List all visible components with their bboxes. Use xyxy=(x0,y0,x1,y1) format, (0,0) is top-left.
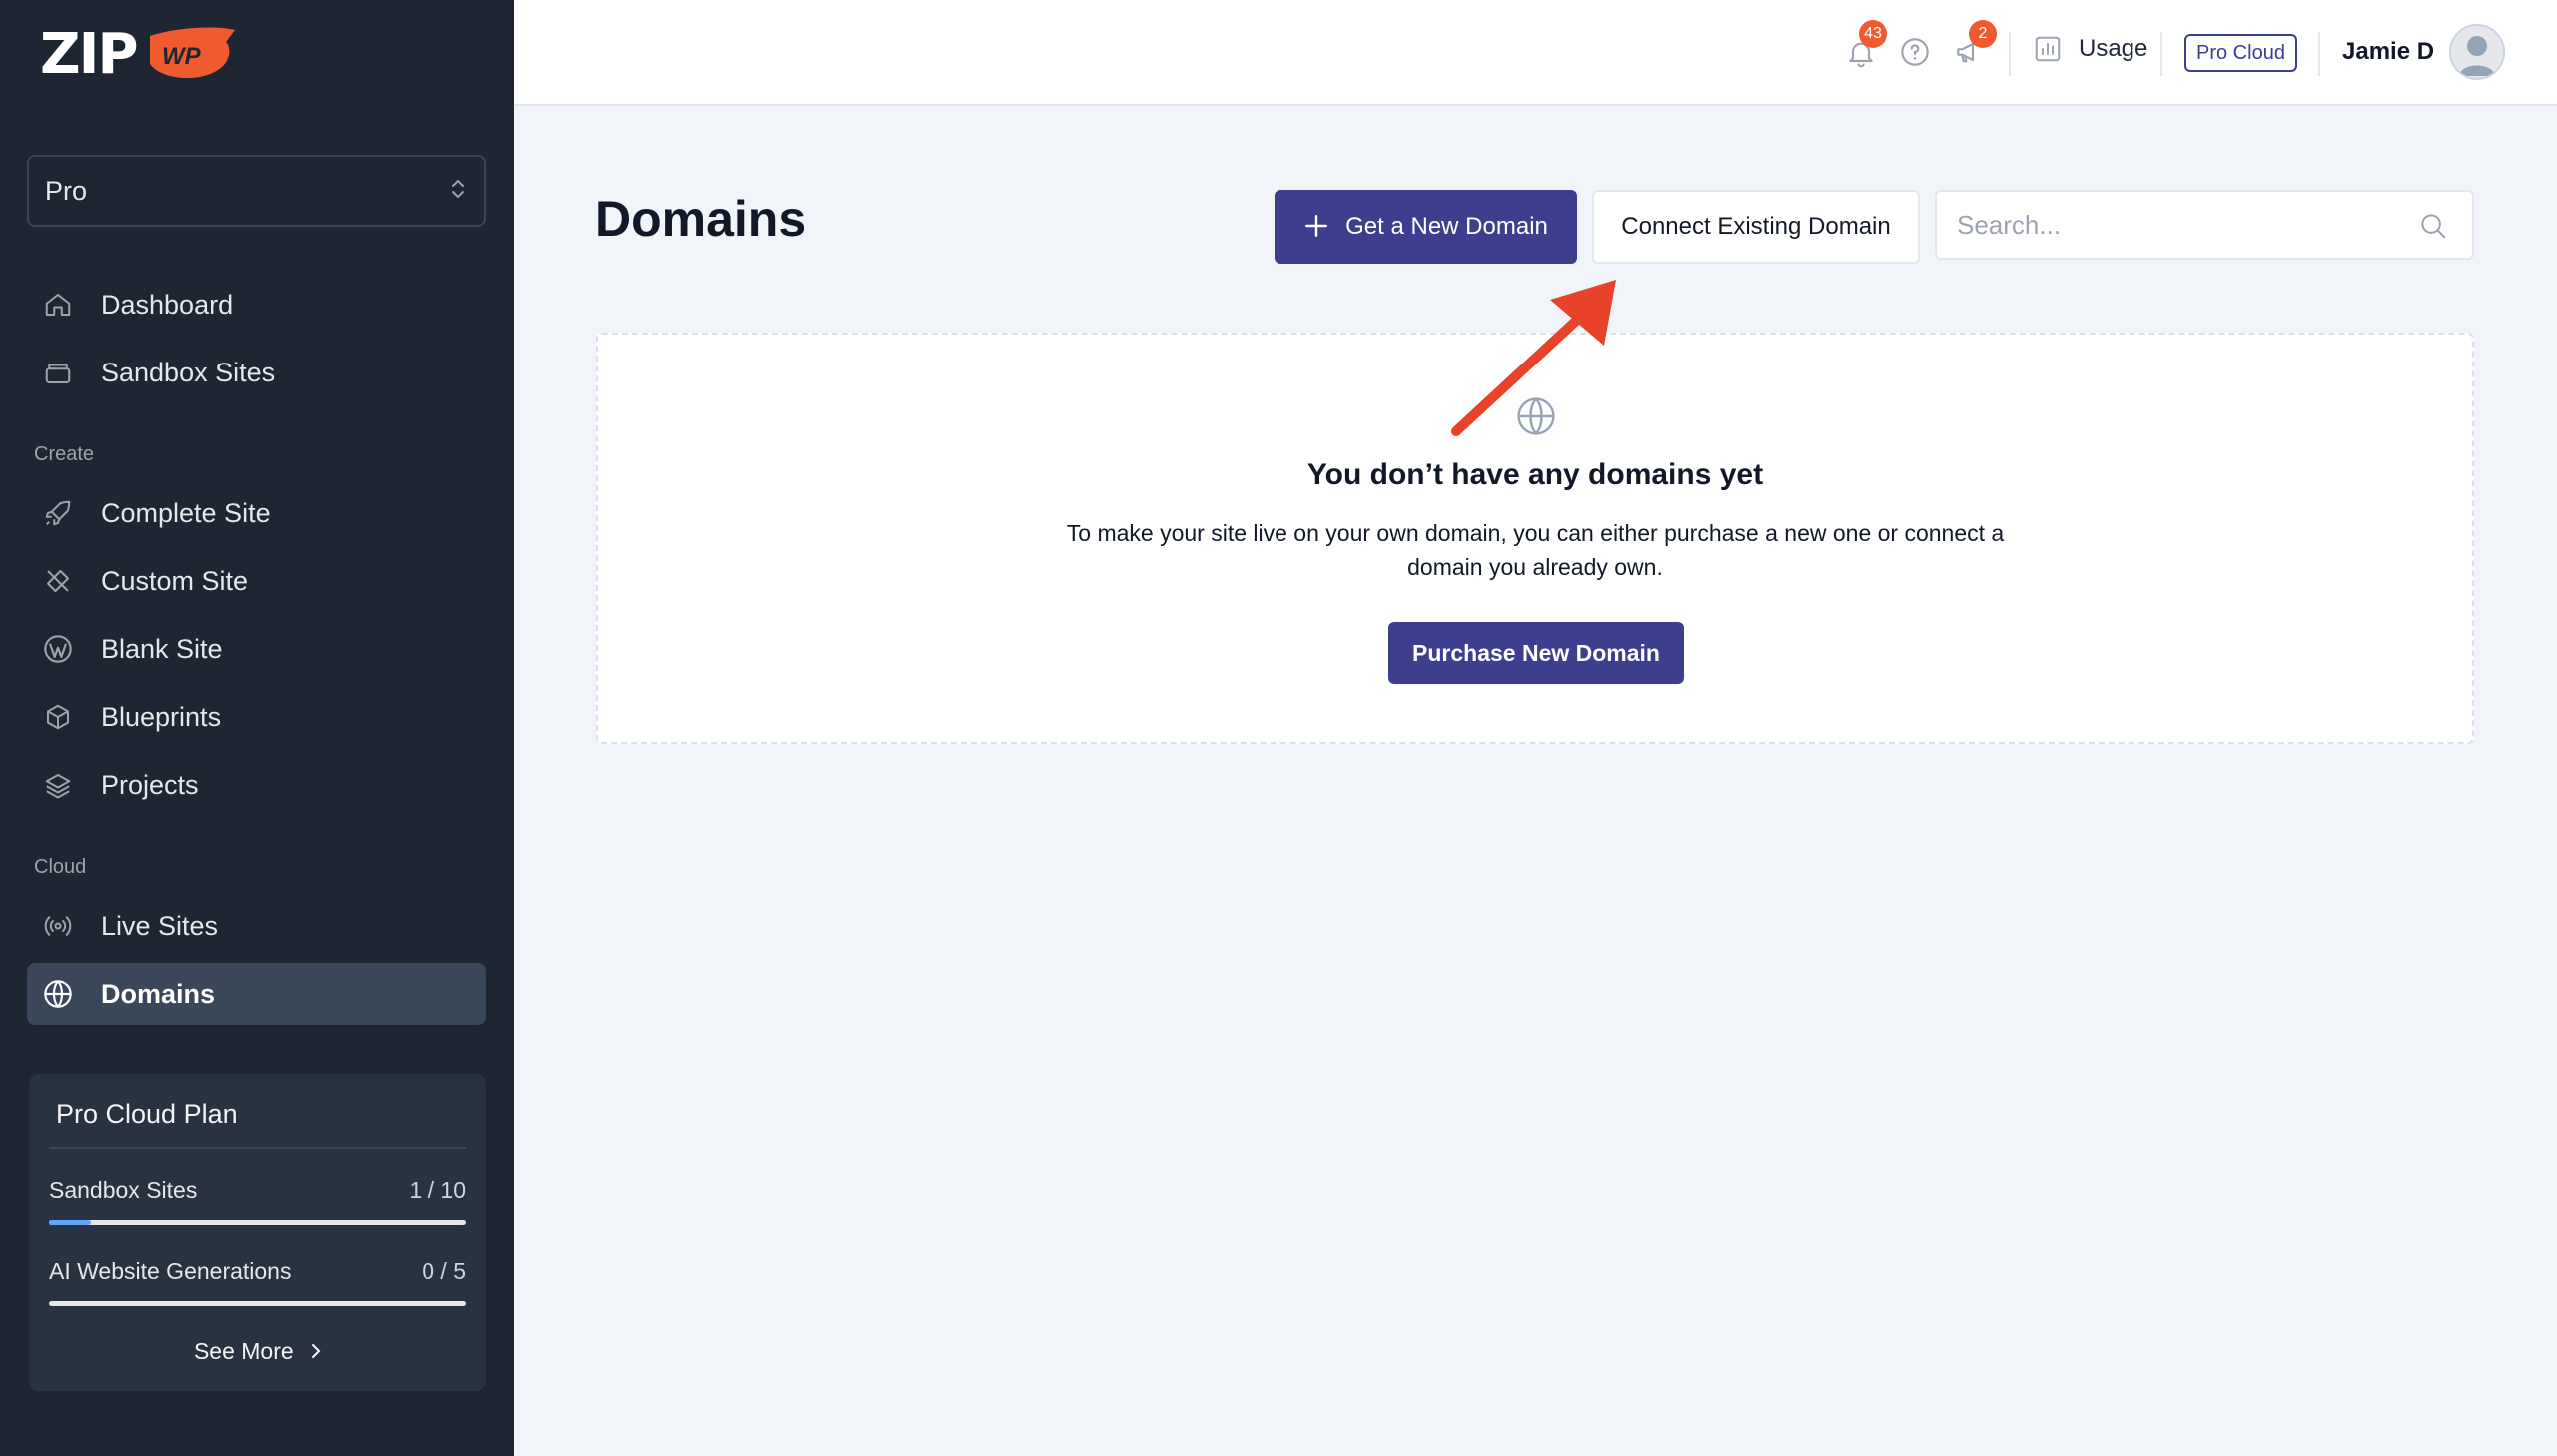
sidebar-item-label: Blank Site xyxy=(101,633,223,664)
logo-badge: WP xyxy=(140,26,240,82)
sidebar-item-label: Complete Site xyxy=(101,497,271,528)
usage-row-ai-generations: AI Website Generations 0 / 5 xyxy=(49,1258,466,1285)
topbar-divider xyxy=(2009,32,2011,76)
sidebar-item-label: Custom Site xyxy=(101,565,249,596)
broadcast-icon xyxy=(41,909,75,943)
annotation-arrow xyxy=(1451,280,1616,436)
help-button[interactable] xyxy=(1899,36,1935,72)
user-avatar-icon xyxy=(2459,36,2495,76)
plan-selector-value: Pro xyxy=(45,175,88,206)
sidebar-item-label: Blueprints xyxy=(101,701,222,732)
sidebar-item-live-sites[interactable]: Live Sites xyxy=(27,895,486,957)
empty-state-title: You don’t have any domains yet xyxy=(1306,458,1764,491)
sidebar-item-dashboard[interactable]: Dashboard xyxy=(27,274,486,336)
tools-icon xyxy=(41,564,75,598)
sidebar-item-label: Domains xyxy=(101,978,216,1009)
rocket-icon xyxy=(41,496,75,530)
sidebar-item-blank-site[interactable]: Blank Site xyxy=(27,618,486,680)
empty-state-description: To make your site live on your own domai… xyxy=(1066,520,2005,580)
sidebar-item-projects[interactable]: Projects xyxy=(27,754,486,816)
usage-button[interactable]: Usage xyxy=(2033,34,2147,64)
usage-row-label: Sandbox Sites xyxy=(49,1177,198,1203)
sidebar-item-label: Dashboard xyxy=(101,289,234,320)
home-icon xyxy=(41,288,75,322)
search-icon[interactable] xyxy=(2418,211,2448,241)
sidebar-item-label: Projects xyxy=(101,769,199,800)
zipwp-logo[interactable]: ZIP WP xyxy=(40,21,240,87)
sidebar-item-custom-site[interactable]: Custom Site xyxy=(27,550,486,612)
page-title: Domains xyxy=(595,191,807,247)
help-icon xyxy=(1901,38,1929,66)
search-input[interactable] xyxy=(1957,192,2396,258)
globe-icon xyxy=(41,977,75,1011)
usage-row-value: 0 / 5 xyxy=(422,1258,466,1284)
see-more-label: See More xyxy=(193,1338,294,1364)
sidebar-item-label: Sandbox Sites xyxy=(101,357,276,387)
plan-card-title: Pro Cloud Plan xyxy=(56,1099,238,1129)
sidebar: ZIP WP Pro Dashboard Sandbox Sites Creat… xyxy=(0,0,514,1456)
wordpress-icon xyxy=(41,632,75,666)
usage-row-sandbox-sites: Sandbox Sites 1 / 10 xyxy=(49,1177,466,1204)
usage-progress-bar xyxy=(49,1301,466,1306)
logo-badge-text: WP xyxy=(162,43,202,70)
usage-row-label: AI Website Generations xyxy=(49,1258,292,1284)
announcement-count-badge: 2 xyxy=(1969,20,1997,48)
sandbox-icon xyxy=(41,356,75,389)
sidebar-item-label: Live Sites xyxy=(101,910,219,941)
chevron-right-icon xyxy=(310,1338,322,1364)
chevron-up-down-icon xyxy=(448,175,468,207)
announcements-button[interactable]: 2 xyxy=(1953,20,1997,72)
see-more-link[interactable]: See More xyxy=(29,1338,486,1365)
get-new-domain-button[interactable]: Get a New Domain xyxy=(1275,190,1577,264)
topbar-divider xyxy=(2318,32,2320,76)
search-box xyxy=(1935,190,2474,260)
usage-progress-fill xyxy=(49,1220,91,1225)
connect-existing-domain-button[interactable]: Connect Existing Domain xyxy=(1592,190,1920,264)
sidebar-item-sandbox-sites[interactable]: Sandbox Sites xyxy=(27,342,486,403)
purchase-new-domain-button[interactable]: Purchase New Domain xyxy=(1388,622,1684,684)
plan-usage-card: Pro Cloud Plan Sandbox Sites 1 / 10 AI W… xyxy=(29,1074,486,1391)
section-label-cloud: Cloud xyxy=(34,856,87,878)
get-new-domain-label: Get a New Domain xyxy=(1345,213,1548,240)
user-name[interactable]: Jamie D xyxy=(2342,38,2434,66)
plan-selector[interactable]: Pro xyxy=(27,155,486,227)
connect-existing-domain-label: Connect Existing Domain xyxy=(1621,213,1891,240)
avatar[interactable] xyxy=(2449,24,2505,80)
sidebar-item-domains[interactable]: Domains xyxy=(27,963,486,1025)
plus-icon xyxy=(1303,209,1329,245)
cube-icon xyxy=(41,700,75,734)
sidebar-item-blueprints[interactable]: Blueprints xyxy=(27,686,486,748)
topbar-divider xyxy=(2160,32,2162,76)
logo-text: ZIP xyxy=(40,21,138,87)
bar-chart-icon xyxy=(2033,34,2063,64)
section-label-create: Create xyxy=(34,443,95,465)
usage-progress-bar xyxy=(49,1220,466,1225)
sidebar-item-complete-site[interactable]: Complete Site xyxy=(27,482,486,544)
usage-row-value: 1 / 10 xyxy=(409,1177,466,1203)
plan-badge[interactable]: Pro Cloud xyxy=(2184,34,2297,72)
usage-label: Usage xyxy=(2079,35,2148,62)
plan-card-divider xyxy=(49,1147,466,1149)
notification-count-badge: 43 xyxy=(1859,20,1887,48)
layers-icon xyxy=(41,768,75,802)
notification-bell-button[interactable]: 43 xyxy=(1845,20,1887,72)
top-bar: 43 2 Usage Pro Cloud Jamie D xyxy=(514,0,2557,106)
